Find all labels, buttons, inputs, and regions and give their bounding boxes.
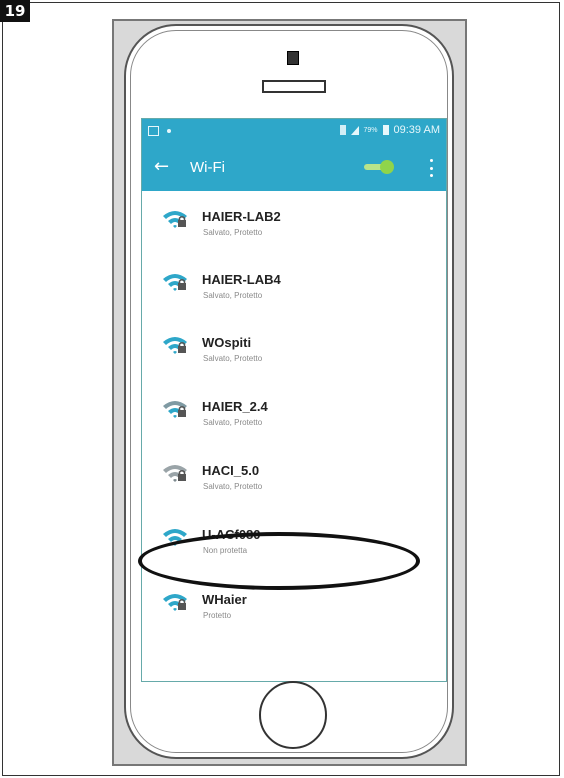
network-status: Salvato, Protetto bbox=[203, 354, 263, 363]
wifi-locked-icon bbox=[163, 401, 187, 418]
step-number-badge: 19 bbox=[0, 0, 30, 22]
notification-dot-icon bbox=[167, 129, 171, 133]
front-camera-icon bbox=[287, 51, 299, 65]
network-name: WHaier bbox=[202, 592, 247, 607]
wifi-locked-icon bbox=[163, 211, 187, 228]
status-time: 09:39 AM bbox=[393, 124, 440, 136]
phone-screen: 79% 09:39 AM ← Wi-Fi HAIER-LAB2 Salvato,… bbox=[141, 118, 447, 682]
network-name: HAIER_2.4 bbox=[202, 399, 268, 414]
highlight-ellipse bbox=[138, 532, 420, 590]
network-status: Protetto bbox=[203, 611, 232, 620]
status-bar: 79% 09:39 AM bbox=[142, 119, 446, 145]
earpiece-speaker bbox=[262, 80, 326, 93]
wifi-network-item[interactable]: HAIER-LAB2 Salvato, Protetto bbox=[142, 191, 446, 251]
wifi-locked-icon bbox=[163, 337, 187, 354]
page-title: Wi-Fi bbox=[190, 159, 225, 176]
home-button[interactable] bbox=[259, 681, 327, 749]
network-status: Salvato, Protetto bbox=[203, 291, 263, 300]
wifi-network-item[interactable]: WOspiti Salvato, Protetto bbox=[142, 317, 446, 377]
network-name: HACI_5.0 bbox=[202, 463, 260, 478]
battery-icon bbox=[382, 125, 389, 135]
wifi-network-item[interactable]: HACI_5.0 Salvato, Protetto bbox=[142, 445, 446, 505]
network-name: HAIER-LAB2 bbox=[202, 209, 281, 224]
wifi-locked-icon bbox=[163, 274, 187, 291]
network-status: Salvato, Protetto bbox=[203, 418, 263, 427]
wifi-locked-icon bbox=[163, 594, 187, 611]
wifi-locked-icon bbox=[163, 465, 187, 482]
signal-strength-icon bbox=[350, 125, 359, 135]
vibrate-icon bbox=[339, 125, 346, 135]
toggle-thumb bbox=[380, 160, 394, 174]
notification-image-icon bbox=[148, 126, 159, 136]
wifi-toggle-switch[interactable] bbox=[364, 160, 394, 174]
network-status: Salvato, Protetto bbox=[203, 482, 263, 491]
network-status: Salvato, Protetto bbox=[203, 228, 263, 237]
network-name: HAIER-LAB4 bbox=[202, 272, 281, 287]
battery-percent: 79% bbox=[363, 126, 378, 134]
wifi-network-item[interactable]: HAIER_2.4 Salvato, Protetto bbox=[142, 381, 446, 441]
arrow-left-icon[interactable]: ← bbox=[154, 157, 169, 177]
network-name: WOspiti bbox=[202, 335, 252, 350]
overflow-menu-icon[interactable] bbox=[428, 159, 434, 177]
wifi-network-item[interactable]: HAIER-LAB4 Salvato, Protetto bbox=[142, 254, 446, 314]
app-bar: ← Wi-Fi bbox=[142, 145, 446, 191]
